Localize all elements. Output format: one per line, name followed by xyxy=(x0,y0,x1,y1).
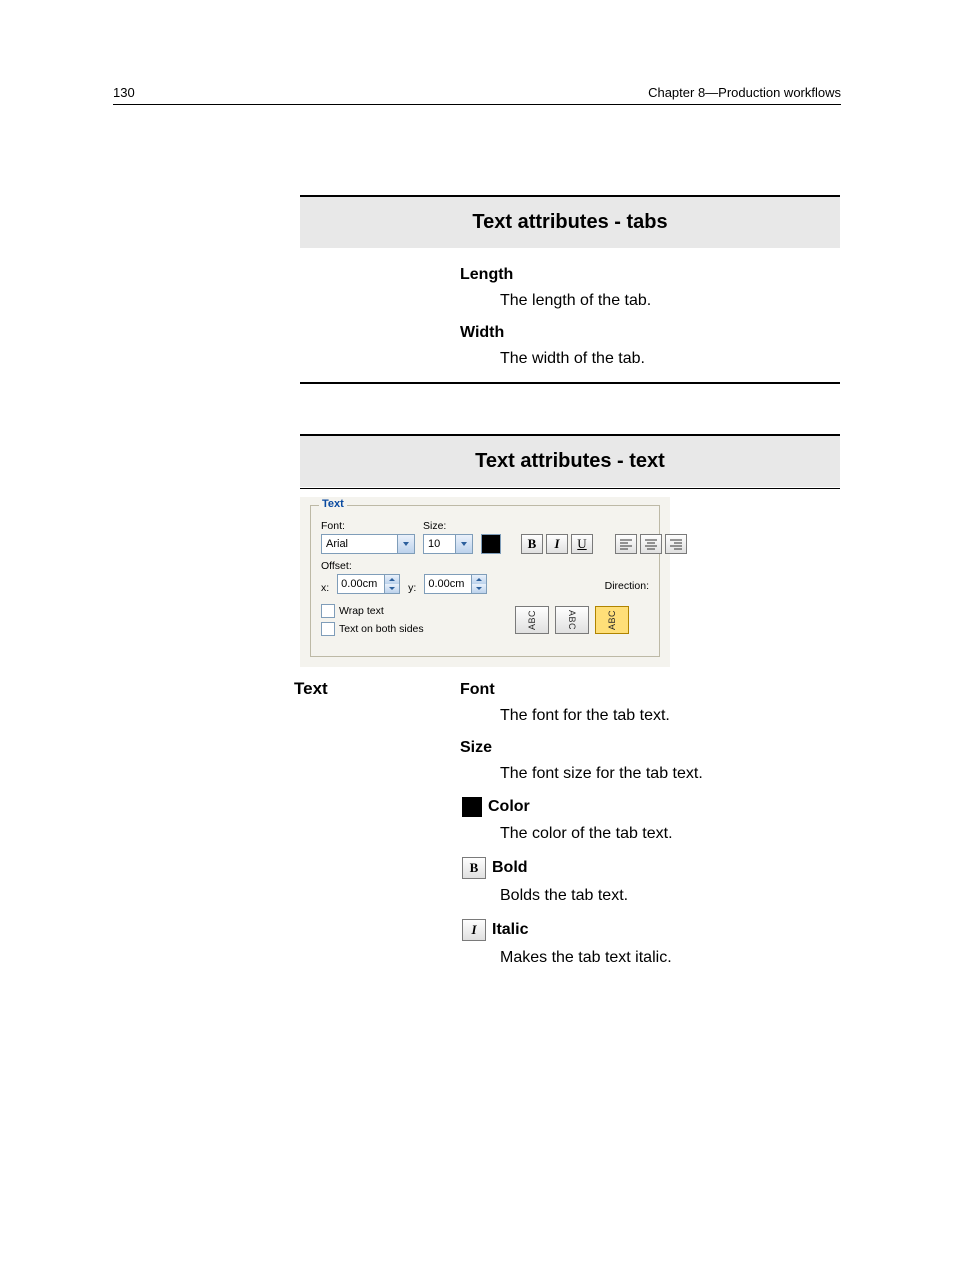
wrap-text-checkbox[interactable]: Wrap text xyxy=(321,604,424,618)
desc-length: The length of the tab. xyxy=(500,292,840,310)
wrap-text-label: Wrap text xyxy=(339,605,384,617)
desc-bold: Bolds the tab text. xyxy=(500,887,840,905)
y-value: 0.00cm xyxy=(425,578,471,590)
font-label: Font: xyxy=(321,520,415,532)
term-width: Width xyxy=(460,324,840,342)
y-label: y: xyxy=(408,582,416,594)
align-right-button[interactable] xyxy=(665,534,687,554)
direction-1-button[interactable]: ABC xyxy=(515,606,549,634)
desc-color: The color of the tab text. xyxy=(500,825,840,843)
color-swatch[interactable] xyxy=(481,534,501,554)
checkbox-icon xyxy=(321,604,335,618)
section-title-text: Text attributes - text xyxy=(300,436,840,487)
text-panel: Text Font: Arial Size: 10 xyxy=(300,497,670,667)
font-dropdown[interactable]: Arial xyxy=(321,534,415,554)
offset-label: Offset: xyxy=(321,560,649,572)
term-color: Color xyxy=(488,798,530,816)
direction-label: Direction: xyxy=(605,580,649,592)
chevron-down-icon xyxy=(397,535,414,553)
size-value: 10 xyxy=(424,538,455,550)
align-center-button[interactable] xyxy=(640,534,662,554)
desc-italic: Makes the tab text italic. xyxy=(500,949,840,967)
x-stepper[interactable]: 0.00cm xyxy=(337,574,400,594)
section-sub-label: Text xyxy=(294,679,328,699)
section-title-tabs: Text attributes - tabs xyxy=(300,197,840,248)
bold-button[interactable]: B xyxy=(521,534,543,554)
x-value: 0.00cm xyxy=(338,578,384,590)
term-font: Font xyxy=(460,681,840,699)
page-number: 130 xyxy=(113,85,135,100)
color-swatch-icon xyxy=(462,797,482,817)
chevron-down-icon xyxy=(455,535,472,553)
term-bold: Bold xyxy=(492,859,528,877)
desc-font: The font for the tab text. xyxy=(500,707,840,725)
chapter-title: Chapter 8—Production workflows xyxy=(648,85,841,100)
chevron-up-icon xyxy=(472,575,486,584)
size-label: Size: xyxy=(423,520,473,532)
term-size: Size xyxy=(460,739,840,757)
desc-width: The width of the tab. xyxy=(500,350,840,368)
page-header: 130 Chapter 8—Production workflows xyxy=(113,85,841,105)
x-label: x: xyxy=(321,582,329,594)
font-value: Arial xyxy=(322,538,397,550)
direction-2-button[interactable]: ABC xyxy=(555,606,589,634)
both-sides-checkbox[interactable]: Text on both sides xyxy=(321,622,424,636)
bold-icon: B xyxy=(462,857,486,879)
underline-button[interactable]: U xyxy=(571,534,593,554)
chevron-down-icon xyxy=(472,584,486,593)
align-left-button[interactable] xyxy=(615,534,637,554)
text-definitions: Font The font for the tab text. Size The… xyxy=(300,681,840,967)
desc-size: The font size for the tab text. xyxy=(500,765,840,783)
fieldset-legend: Text xyxy=(319,498,347,510)
term-italic: Italic xyxy=(492,921,528,939)
italic-button[interactable]: I xyxy=(546,534,568,554)
tabs-definitions: Length The length of the tab. Width The … xyxy=(300,266,840,368)
italic-icon: I xyxy=(462,919,486,941)
direction-3-button[interactable]: ABC xyxy=(595,606,629,634)
chevron-up-icon xyxy=(385,575,399,584)
size-dropdown[interactable]: 10 xyxy=(423,534,473,554)
chevron-down-icon xyxy=(385,584,399,593)
term-length: Length xyxy=(460,266,840,284)
y-stepper[interactable]: 0.00cm xyxy=(424,574,487,594)
both-sides-label: Text on both sides xyxy=(339,623,424,635)
checkbox-icon xyxy=(321,622,335,636)
text-fieldset: Text Font: Arial Size: 10 xyxy=(310,505,660,657)
